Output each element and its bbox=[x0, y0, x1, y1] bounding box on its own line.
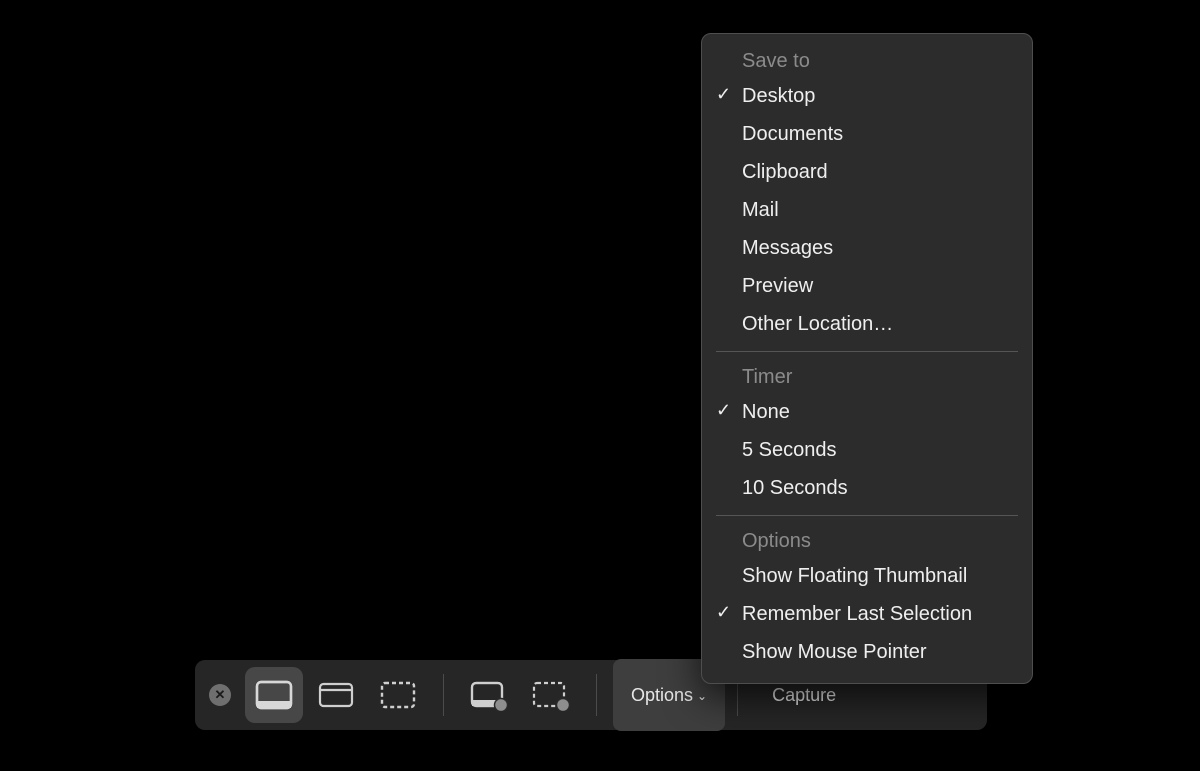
menu-item-label: Documents bbox=[742, 123, 843, 145]
menu-item-desktop[interactable]: ✓ Desktop bbox=[702, 77, 1032, 115]
menu-item-timer-10s[interactable]: 10 Seconds bbox=[702, 469, 1032, 507]
menu-item-preview[interactable]: Preview bbox=[702, 267, 1032, 305]
menu-item-label: 10 Seconds bbox=[742, 477, 848, 499]
selection-icon bbox=[378, 679, 418, 711]
menu-item-label: Desktop bbox=[742, 85, 815, 107]
menu-item-label: Show Mouse Pointer bbox=[742, 641, 927, 663]
record-selection-button[interactable] bbox=[522, 667, 580, 723]
menu-item-other-location[interactable]: Other Location… bbox=[702, 305, 1032, 343]
menu-item-label: Other Location… bbox=[742, 313, 893, 335]
menu-item-label: Remember Last Selection bbox=[742, 603, 972, 625]
menu-item-label: Show Floating Thumbnail bbox=[742, 565, 967, 587]
menu-item-label: Mail bbox=[742, 199, 779, 221]
close-button[interactable]: ✕ bbox=[209, 684, 231, 706]
menu-item-label: None bbox=[742, 401, 790, 423]
menu-item-label: Preview bbox=[742, 275, 813, 297]
menu-item-show-mouse-pointer[interactable]: Show Mouse Pointer bbox=[702, 633, 1032, 671]
screen-icon bbox=[254, 679, 294, 711]
close-icon: ✕ bbox=[215, 687, 226, 703]
capture-entire-screen-button[interactable] bbox=[245, 667, 303, 723]
record-entire-screen-button[interactable] bbox=[460, 667, 518, 723]
menu-item-label: Messages bbox=[742, 237, 833, 259]
capture-button-label: Capture bbox=[772, 685, 836, 706]
menu-item-remember-last-selection[interactable]: ✓ Remember Last Selection bbox=[702, 595, 1032, 633]
options-menu: Save to ✓ Desktop Documents Clipboard Ma… bbox=[701, 33, 1033, 684]
menu-separator bbox=[716, 351, 1018, 352]
menu-item-mail[interactable]: Mail bbox=[702, 191, 1032, 229]
menu-item-timer-5s[interactable]: 5 Seconds bbox=[702, 431, 1032, 469]
menu-separator bbox=[716, 515, 1018, 516]
checkmark-icon: ✓ bbox=[716, 602, 731, 624]
record-selection-icon bbox=[531, 679, 571, 711]
menu-item-label: 5 Seconds bbox=[742, 439, 837, 461]
menu-item-clipboard[interactable]: Clipboard bbox=[702, 153, 1032, 191]
record-screen-icon bbox=[469, 679, 509, 711]
menu-item-floating-thumbnail[interactable]: Show Floating Thumbnail bbox=[702, 557, 1032, 595]
menu-header-options: Options bbox=[702, 524, 1032, 557]
capture-selection-button[interactable] bbox=[369, 667, 427, 723]
window-icon bbox=[316, 679, 356, 711]
toolbar-divider-2 bbox=[596, 674, 597, 716]
menu-header-save-to: Save to bbox=[702, 44, 1032, 77]
chevron-down-icon: ⌄ bbox=[697, 689, 707, 703]
capture-window-button[interactable] bbox=[307, 667, 365, 723]
menu-item-timer-none[interactable]: ✓ None bbox=[702, 393, 1032, 431]
menu-item-documents[interactable]: Documents bbox=[702, 115, 1032, 153]
checkmark-icon: ✓ bbox=[716, 400, 731, 422]
options-button-label: Options bbox=[631, 685, 693, 706]
menu-item-messages[interactable]: Messages bbox=[702, 229, 1032, 267]
checkmark-icon: ✓ bbox=[716, 84, 731, 106]
menu-header-timer: Timer bbox=[702, 360, 1032, 393]
toolbar-divider bbox=[443, 674, 444, 716]
menu-item-label: Clipboard bbox=[742, 161, 828, 183]
